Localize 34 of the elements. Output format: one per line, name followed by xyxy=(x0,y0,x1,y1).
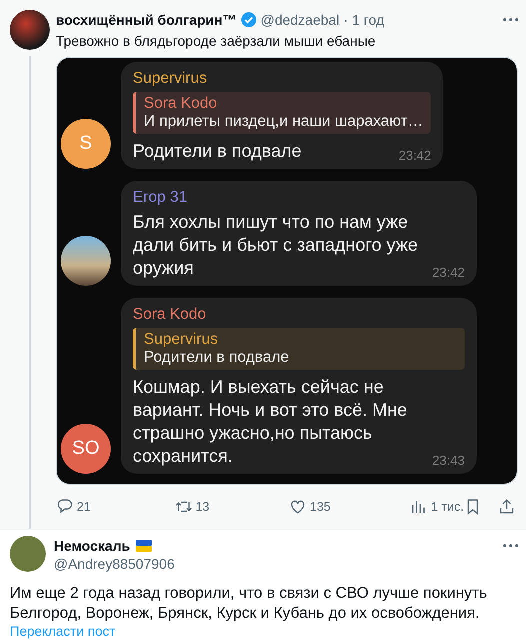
author-handle[interactable]: @dedzaebal xyxy=(260,12,340,28)
author-handle[interactable]: @Andrey88507906 xyxy=(54,556,520,572)
message-text: Кошмар. И выехать сейчас не вариант. Ночь и вот это всё. Мне страшно ужасно,но пытаюсь сохранится. xyxy=(133,376,408,468)
share-icon[interactable] xyxy=(498,498,516,516)
message-text: Бля хохлы пишут что по нам уже дали бить и бьют с западного уже оружия xyxy=(133,211,420,280)
heart-icon[interactable] xyxy=(289,498,307,516)
sender-name: Егор 31 xyxy=(133,189,188,207)
message-time: 23:42 xyxy=(432,265,465,280)
photo-placeholder xyxy=(61,236,111,286)
action-count: 21 xyxy=(77,500,91,514)
sender-name: Sora Kodo xyxy=(133,306,208,324)
avatar: S xyxy=(61,119,111,169)
quoted-text: Родители в подвале xyxy=(144,349,290,367)
message-time: 23:42 xyxy=(398,148,432,163)
action-count: 13 xyxy=(196,500,210,514)
quoted-text: И прилеты пиздец,и наши шарахают… xyxy=(144,113,424,131)
message-text: Родители в подвале xyxy=(133,140,302,163)
sender-name: Supervirus xyxy=(133,70,208,88)
post-text: Им еще 2 года назад говорили, что в связи с СВО лучше покинуть Белгород, Воронеж, Брянск, Курск и Кубань до их освобождения. xyxy=(10,584,488,624)
author-name[interactable]: Немоскаль xyxy=(54,538,130,554)
more-icon[interactable] xyxy=(502,17,520,23)
action-count: 1 тис. xyxy=(431,500,464,514)
message-time: 23:43 xyxy=(432,453,465,468)
post-time[interactable]: 1 год xyxy=(352,12,384,28)
separator: · xyxy=(344,12,348,28)
post-text: Тревожно в блядьгороде заёрзали мыши ебаные xyxy=(56,33,377,49)
avatar[interactable] xyxy=(10,10,50,50)
avatar: SO xyxy=(61,424,111,474)
action-count: 135 xyxy=(310,500,331,514)
quoted-sender: Supervirus xyxy=(144,331,220,349)
author-name[interactable]: восхищённый болгарин™ xyxy=(56,12,237,28)
more-icon[interactable] xyxy=(502,543,520,549)
reply-icon[interactable] xyxy=(56,498,74,516)
quoted-sender: Sora Kodo xyxy=(144,95,218,113)
